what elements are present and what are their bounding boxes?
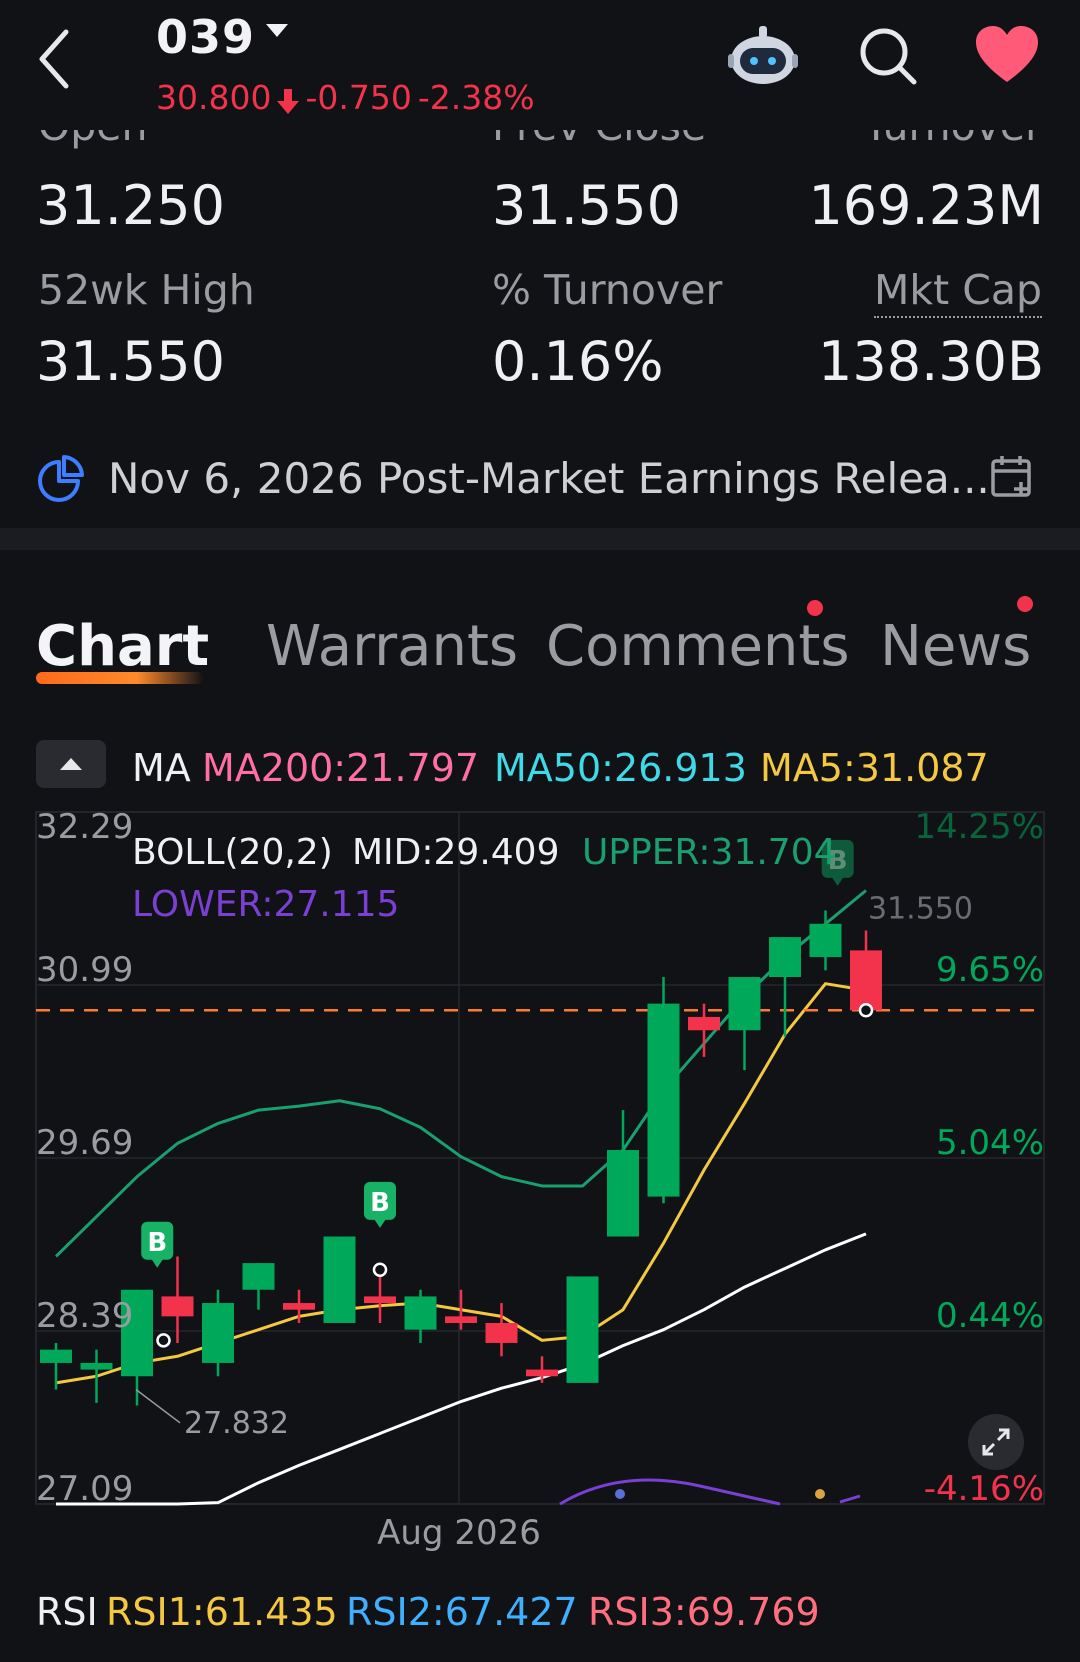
candle-body [283,1303,315,1310]
rsi2-value: RSI2:67.427 [346,1590,578,1634]
pct-tick-label: 0.44% [936,1296,1044,1336]
y-tick-label: 29.69 [36,1123,133,1163]
section-divider [0,528,1080,550]
rsi-label: RSI [36,1590,98,1634]
tab-news[interactable]: News [880,614,1031,679]
expand-chart-button[interactable] [968,1414,1024,1470]
open-value: 31.250 [36,174,225,237]
buy-marker-tip [374,1218,386,1228]
y-tick-label: 27.09 [36,1469,133,1509]
boll-upper-line [54,889,867,1258]
boll-mid: MID:29.409 [352,832,560,873]
earnings-text: Nov 6, 2026 Post-Market Earnings Relea..… [108,454,990,503]
caret-down-icon[interactable] [266,24,288,37]
price-chart[interactable]: BBB 32.29 14.25% 30.99 9.65% 29.69 5.04% 28.39… [0,800,1080,1560]
earnings-banner[interactable]: Nov 6, 2026 Post-Market Earnings Relea..… [0,440,1080,520]
news-notification-dot [1017,596,1033,612]
boll-lower-line [559,1478,861,1506]
y-tick-label: 32.29 [36,807,133,847]
collapse-indicators-button[interactable] [36,740,106,788]
price-change: -0.750 [305,78,412,117]
ma-point-marker [858,1003,874,1018]
pct-tick-label: 9.65% [936,950,1044,990]
low-price-label: 27.832 [184,1406,289,1441]
prev-close-value: 31.550 [492,174,681,237]
comments-notification-dot [807,600,823,616]
mktcap-label[interactable]: Mkt Cap [873,266,1042,318]
price-change-pct: -2.38% [417,78,535,117]
candle-body [647,1003,680,1197]
ma-label: MA [132,746,191,790]
pie-chart-icon [38,454,84,508]
candle-body [364,1296,396,1304]
ma-indicator-row: MA MA200:21.797 MA50:26.913 MA5:31.087 [0,740,1080,800]
low-pointer-line [135,1388,181,1424]
pct-turnover-value: 0.16% [492,330,664,393]
last-price: 30.800 [156,78,272,117]
rsi1-value: RSI1:61.435 [106,1590,338,1634]
candle-body [809,923,842,958]
candle-body [850,950,882,1011]
turnover-value: 169.23M [808,174,1044,237]
rsi-indicator-row: RSI RSI1:61.435 RSI2:67.427 RSI3:69.769 [0,1590,1080,1650]
x-axis-label: Aug 2026 [377,1513,541,1553]
candle-body [202,1303,234,1363]
tab-bar: Chart Warrants Comments News [0,596,1080,690]
ma-point-marker [372,1262,388,1278]
tab-warrants[interactable]: Warrants [266,614,518,679]
ma5-value: MA5:31.087 [760,746,989,790]
caret-up-icon [60,758,82,770]
y-tick-label: 28.39 [36,1296,133,1336]
pct-tick-label: 14.25% [914,807,1044,847]
y-tick-label: 30.99 [36,950,133,990]
ticker-symbol[interactable]: 039 [156,10,255,64]
buy-marker-tip [831,876,844,886]
mktcap-value: 138.30B [818,330,1044,393]
boll-lower: LOWER:27.115 [132,884,400,925]
pct-tick-label: 5.04% [936,1123,1044,1163]
pct-turnover-label: % Turnover [492,266,723,314]
price-quote: 30.800 -0.750 -2.38% [156,78,535,117]
rsi3-value: RSI3:69.769 [588,1590,820,1634]
high52-label: 52wk High [38,266,255,314]
assistant-robot-icon[interactable] [726,20,800,94]
candle-body [80,1362,113,1370]
candle-body [161,1296,194,1317]
back-button[interactable] [36,26,86,92]
ma-point-marker [156,1333,171,1348]
marker-dot [815,1489,825,1499]
buy-marker-label: B [147,1228,167,1258]
candle-body [607,1150,639,1237]
favorite-heart-icon[interactable] [972,20,1042,94]
tab-comments[interactable]: Comments [546,614,850,679]
candle-body [404,1296,437,1330]
candle-body [769,937,801,978]
candle-body [526,1369,558,1377]
high-price-label: 31.550 [868,891,973,926]
boll-upper: UPPER:31.704 [582,832,837,873]
marker-dot [615,1489,625,1499]
arrow-down-icon [277,84,300,114]
candle-body [242,1263,275,1290]
expand-icon [982,1428,1010,1456]
buy-marker-label: B [370,1188,390,1218]
ma50-value: MA50:26.913 [494,746,747,790]
boll-label: BOLL(20,2) [132,832,333,873]
top-bar: 039 30.800 -0.750 -2.38% [0,0,1080,130]
search-icon[interactable] [856,20,920,94]
ma200-value: MA200:21.797 [202,746,480,790]
candle-body [485,1323,518,1343]
buy-marker-tip [151,1258,164,1268]
candle-body [323,1236,356,1324]
candle-body [445,1316,477,1324]
candle-body [40,1349,72,1363]
pct-tick-label: -4.16% [924,1469,1044,1509]
candle-body [728,977,761,1031]
calendar-add-icon[interactable] [990,454,1034,504]
candle-body [688,1016,720,1031]
chevron-left-icon [39,29,69,89]
high52-value: 31.550 [36,330,225,393]
candle-body [566,1276,599,1383]
tab-chart[interactable]: Chart [36,614,209,679]
